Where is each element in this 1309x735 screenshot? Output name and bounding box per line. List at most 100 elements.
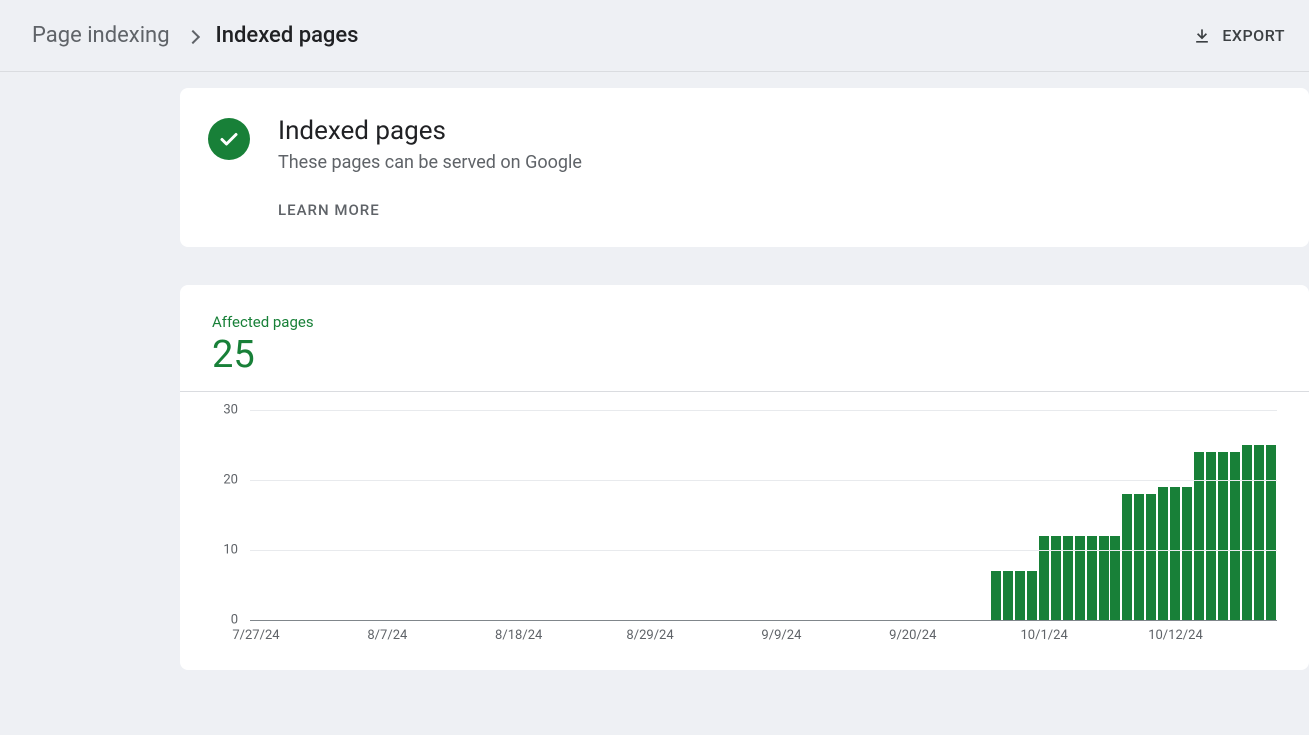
chart-bar-slot [584, 410, 596, 620]
summary-title: Indexed pages [278, 116, 582, 146]
chart-bar-slot [405, 410, 417, 620]
chart-bar-slot [369, 410, 381, 620]
chart-bar[interactable] [1063, 536, 1073, 620]
chart-x-axis: 7/27/248/7/248/18/248/29/249/9/249/20/24… [250, 628, 1277, 652]
chart: 0102030 7/27/248/7/248/18/248/29/249/9/2… [208, 410, 1277, 660]
chart-bar-slot [668, 410, 680, 620]
summary-subtitle: These pages can be served on Google [278, 152, 582, 173]
chart-bar-slot [728, 410, 740, 620]
chart-bar-slot [274, 410, 286, 620]
chart-bar[interactable] [1170, 487, 1180, 620]
chart-bar-slot [357, 410, 369, 620]
chart-bars [250, 410, 1277, 620]
chart-bar[interactable] [1003, 571, 1013, 620]
chart-y-tick: 30 [208, 403, 238, 418]
summary-card: Indexed pages These pages can be served … [180, 88, 1309, 247]
chart-bar-slot [620, 410, 632, 620]
chart-card: Affected pages 25 0102030 7/27/248/7/248… [180, 285, 1309, 670]
chart-bar-slot [346, 410, 358, 620]
chart-y-axis: 0102030 [208, 410, 242, 620]
chart-bar-slot [1098, 410, 1110, 620]
chart-bar[interactable] [1242, 445, 1252, 620]
chart-bar-slot [883, 410, 895, 620]
chart-bar-slot [1014, 410, 1026, 620]
chart-bar-slot [978, 410, 990, 620]
chart-bar[interactable] [1134, 494, 1144, 620]
chart-bar[interactable] [1039, 536, 1049, 620]
chart-x-tick: 8/29/24 [626, 628, 673, 643]
chart-bar[interactable] [1218, 452, 1228, 620]
chart-bar-slot [608, 410, 620, 620]
chart-bar-slot [596, 410, 608, 620]
chart-bar-slot [1074, 410, 1086, 620]
chart-bar-slot [560, 410, 572, 620]
chart-bar[interactable] [1206, 452, 1216, 620]
chart-bar-slot [1002, 410, 1014, 620]
breadcrumb-current: Indexed pages [216, 23, 359, 48]
chart-bar-slot [739, 410, 751, 620]
chart-bar[interactable] [1158, 487, 1168, 620]
chart-bar[interactable] [1194, 452, 1204, 620]
chart-x-tick: 8/7/24 [367, 628, 407, 643]
learn-more-link[interactable]: LEARN MORE [278, 201, 582, 219]
chart-bar-slot [393, 410, 405, 620]
chart-bar-slot [966, 410, 978, 620]
chart-y-tick: 10 [208, 543, 238, 558]
chart-bar-slot [704, 410, 716, 620]
chart-bar-slot [692, 410, 704, 620]
metric-label: Affected pages [212, 313, 1277, 331]
chart-gridline [250, 550, 1277, 551]
chart-bar[interactable] [1099, 536, 1109, 620]
chart-bar-slot [489, 410, 501, 620]
chart-bar[interactable] [1051, 536, 1061, 620]
chart-bar-slot [429, 410, 441, 620]
chart-bar[interactable] [1230, 452, 1240, 620]
chart-bar[interactable] [1015, 571, 1025, 620]
chart-bar-slot [907, 410, 919, 620]
check-icon [208, 118, 250, 160]
chart-bar[interactable] [1110, 536, 1120, 620]
chart-bar[interactable] [1266, 445, 1276, 620]
chart-x-tick: 10/12/24 [1148, 628, 1203, 643]
chart-x-tick: 10/1/24 [1020, 628, 1067, 643]
chart-bar-slot [1181, 410, 1193, 620]
chart-bar-slot [919, 410, 931, 620]
chart-bar-slot [465, 410, 477, 620]
chart-bar-slot [895, 410, 907, 620]
chart-bar-slot [871, 410, 883, 620]
chart-y-tick: 20 [208, 473, 238, 488]
chart-bar[interactable] [991, 571, 1001, 620]
chevron-right-icon [185, 29, 199, 43]
chart-bar-slot [1026, 410, 1038, 620]
chart-bar-slot [1038, 410, 1050, 620]
chart-bar-slot [501, 410, 513, 620]
chart-x-tick: 9/9/24 [761, 628, 801, 643]
chart-bar-slot [1169, 410, 1181, 620]
metric-value: 25 [212, 333, 1277, 377]
chart-bar[interactable] [1122, 494, 1132, 620]
chart-bar-slot [453, 410, 465, 620]
chart-bar-slot [250, 410, 262, 620]
chart-bar-slot [1133, 410, 1145, 620]
chart-bar-slot [1050, 410, 1062, 620]
chart-bar[interactable] [1027, 571, 1037, 620]
chart-bar-slot [513, 410, 525, 620]
chart-bar-slot [835, 410, 847, 620]
chart-bar-slot [262, 410, 274, 620]
chart-bar[interactable] [1146, 494, 1156, 620]
chart-bar[interactable] [1182, 487, 1192, 620]
download-icon [1192, 26, 1212, 46]
header: Page indexing Indexed pages EXPORT [0, 0, 1309, 72]
export-label: EXPORT [1222, 26, 1285, 45]
chart-bar-slot [298, 410, 310, 620]
chart-bar-slot [1157, 410, 1169, 620]
breadcrumb-parent[interactable]: Page indexing [32, 23, 170, 48]
chart-bar[interactable] [1087, 536, 1097, 620]
chart-bar-slot [644, 410, 656, 620]
export-button[interactable]: EXPORT [1192, 26, 1285, 46]
chart-bar-slot [286, 410, 298, 620]
chart-x-tick: 8/18/24 [495, 628, 542, 643]
chart-bar[interactable] [1075, 536, 1085, 620]
chart-bar[interactable] [1254, 445, 1264, 620]
chart-bar-slot [525, 410, 537, 620]
